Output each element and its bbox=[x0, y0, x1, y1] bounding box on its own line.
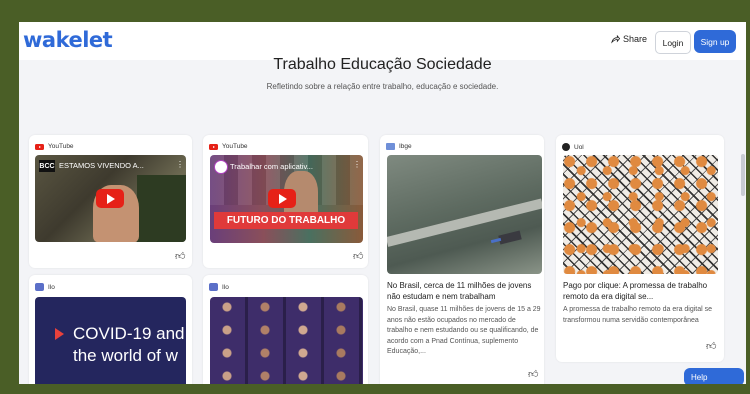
source-label: YouTube bbox=[222, 143, 248, 150]
page-subtitle: Refletindo sobre a relação entre trabalh… bbox=[266, 82, 499, 91]
article-image[interactable]: COVID-19 and the world of w bbox=[35, 297, 186, 384]
source-label: Ilo bbox=[48, 283, 55, 291]
card-source: YouTube bbox=[35, 143, 74, 150]
article-image[interactable] bbox=[563, 155, 718, 274]
signup-button[interactable]: Sign up bbox=[694, 30, 736, 53]
like-icon[interactable]: 👍︎ bbox=[353, 250, 363, 262]
like-icon[interactable]: 👍︎ bbox=[175, 250, 185, 262]
arrow-icon bbox=[55, 328, 64, 340]
video-title: ESTAMOS VIVENDO A... bbox=[59, 161, 144, 170]
image-headline: COVID-19 and the world of w bbox=[73, 324, 185, 365]
article-image[interactable] bbox=[387, 155, 542, 274]
like-icon[interactable]: 👍︎ bbox=[528, 368, 538, 380]
top-navbar: wakelet Share Login Sign up bbox=[19, 22, 746, 60]
play-button[interactable] bbox=[96, 189, 124, 208]
card-source: Ilo bbox=[35, 283, 55, 291]
article-description: A promessa de trabalho remoto da era dig… bbox=[563, 306, 713, 324]
more-options-icon[interactable]: ⋮ bbox=[353, 160, 361, 169]
source-label: Ilo bbox=[222, 283, 229, 291]
card-source: Ilo bbox=[209, 283, 229, 291]
collection-card-youtube-2[interactable]: YouTube Trabalhar com aplicativ... ⋮ FUT… bbox=[203, 135, 368, 268]
thumbnail-foliage bbox=[137, 175, 186, 242]
ibge-logo-icon bbox=[386, 143, 395, 150]
like-icon[interactable]: 👍︎ bbox=[706, 340, 716, 352]
page-title: Trabalho Educação Sociedade bbox=[273, 56, 492, 73]
browser-viewport: wakelet Share Login Sign up Trabalho Edu… bbox=[19, 22, 746, 384]
video-thumbnail[interactable]: BCC ESTAMOS VIVENDO A... ⋮ bbox=[35, 155, 186, 242]
channel-label: BCC bbox=[39, 162, 55, 170]
source-label: YouTube bbox=[48, 143, 74, 150]
video-thumbnail[interactable]: Trabalhar com aplicativ... ⋮ FUTURO DO T… bbox=[210, 155, 363, 243]
help-button[interactable]: Help bbox=[684, 368, 744, 384]
card-source: YouTube bbox=[209, 143, 248, 150]
wakelet-logo[interactable]: wakelet bbox=[23, 28, 113, 52]
collection-card-ilo-2[interactable]: Ilo bbox=[203, 275, 368, 384]
video-title: Trabalhar com aplicativ... bbox=[230, 162, 313, 171]
login-button[interactable]: Login bbox=[655, 31, 691, 54]
collection-card-ilo-1[interactable]: Ilo COVID-19 and the world of w bbox=[29, 275, 192, 384]
youtube-icon bbox=[209, 143, 218, 150]
share-icon bbox=[611, 34, 620, 44]
ilo-logo-icon bbox=[209, 283, 218, 291]
article-description: No Brasil, quase 11 milhões de jovens de… bbox=[387, 306, 541, 355]
banner-label: FUTURO DO TRABALHO bbox=[226, 215, 346, 226]
more-options-icon[interactable]: ⋮ bbox=[176, 160, 184, 169]
uol-logo-icon bbox=[562, 143, 570, 151]
eraser bbox=[498, 230, 522, 245]
article-title[interactable]: Pago por clique: A promessa de trabalho … bbox=[563, 280, 721, 302]
channel-avatar bbox=[214, 160, 228, 174]
share-label: Share bbox=[623, 34, 648, 44]
play-button[interactable] bbox=[268, 189, 296, 208]
article-title[interactable]: No Brasil, cerca de 11 milhões de jovens… bbox=[387, 280, 542, 302]
ilo-logo-icon bbox=[35, 283, 44, 291]
collection-card-uol[interactable]: Uol Pago por clique: A promessa de traba… bbox=[556, 135, 724, 362]
collection-card-ibge[interactable]: Ibge No Brasil, cerca de 11 milhões de j… bbox=[380, 135, 544, 384]
article-image[interactable] bbox=[210, 297, 363, 384]
card-source: Uol bbox=[562, 143, 584, 151]
card-source: Ibge bbox=[386, 143, 412, 150]
share-button[interactable]: Share bbox=[611, 34, 647, 44]
youtube-icon bbox=[35, 143, 44, 150]
collection-card-youtube-1[interactable]: YouTube BCC ESTAMOS VIVENDO A... ⋮ 👍︎ bbox=[29, 135, 192, 268]
source-label: Uol bbox=[574, 143, 584, 151]
participant-faces bbox=[210, 297, 363, 384]
scrollbar[interactable] bbox=[741, 154, 745, 196]
future-banner: FUTURO DO TRABALHO bbox=[214, 212, 358, 229]
source-label: Ibge bbox=[399, 143, 412, 150]
bcc-badge: BCC bbox=[39, 160, 55, 172]
